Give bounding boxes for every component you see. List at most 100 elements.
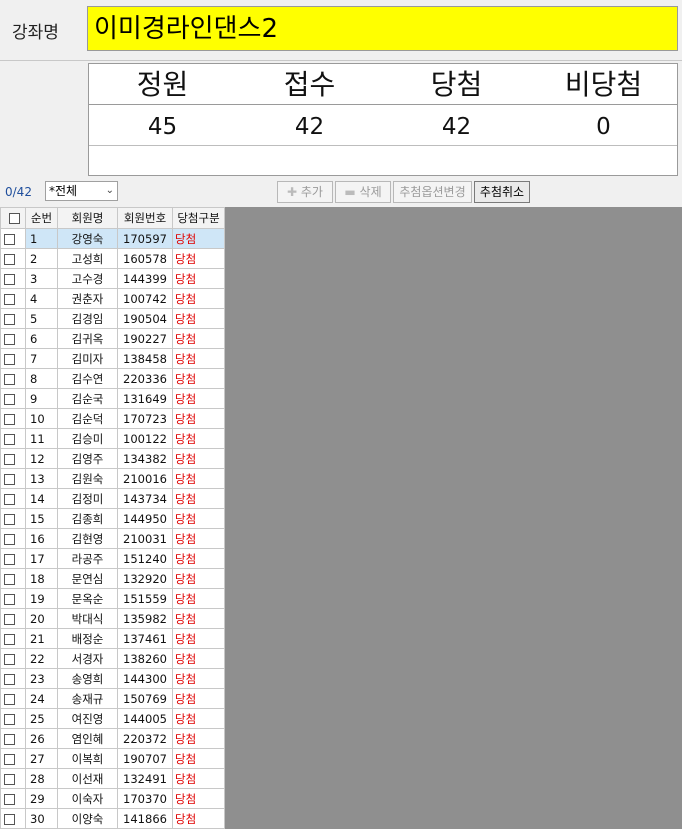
draw-cancel-button[interactable]: 추첨취소 (474, 181, 530, 203)
row-status: 당첨 (172, 648, 225, 669)
row-checkbox[interactable] (0, 528, 26, 549)
row-seq: 1 (25, 228, 58, 249)
row-checkbox[interactable] (0, 448, 26, 469)
row-seq: 18 (25, 568, 58, 589)
table-row[interactable]: 19 문옥순 151559 당첨 (0, 588, 225, 609)
row-checkbox[interactable] (0, 568, 26, 589)
table-row[interactable]: 1 강영숙 170597 당첨 (0, 228, 225, 249)
row-seq: 20 (25, 608, 58, 629)
filter-select[interactable]: *전체 ⌄ (45, 181, 118, 201)
table-row[interactable]: 15 김종희 144950 당첨 (0, 508, 225, 529)
row-checkbox[interactable] (0, 668, 26, 689)
row-member-number: 151559 (117, 588, 173, 609)
plus-icon: ✚ (287, 185, 298, 199)
row-checkbox[interactable] (0, 708, 26, 729)
row-checkbox[interactable] (0, 628, 26, 649)
row-checkbox[interactable] (0, 748, 26, 769)
table-row[interactable]: 4 권춘자 100742 당첨 (0, 288, 225, 309)
table-row[interactable]: 14 김정미 143734 당첨 (0, 488, 225, 509)
table-row[interactable]: 28 이선재 132491 당첨 (0, 768, 225, 789)
add-button-label: 추가 (300, 185, 323, 199)
row-member-name: 문연심 (57, 568, 118, 589)
row-checkbox[interactable] (0, 688, 26, 709)
table-row[interactable]: 9 김순국 131649 당첨 (0, 388, 225, 409)
table-row[interactable]: 27 이복희 190707 당첨 (0, 748, 225, 769)
table-row[interactable]: 3 고수경 144399 당첨 (0, 268, 225, 289)
row-checkbox[interactable] (0, 368, 26, 389)
row-checkbox[interactable] (0, 408, 26, 429)
row-member-name: 권춘자 (57, 288, 118, 309)
row-checkbox[interactable] (0, 328, 26, 349)
row-seq: 24 (25, 688, 58, 709)
stat-value-capacity: 45 (147, 114, 178, 140)
table-row[interactable]: 21 배정순 137461 당첨 (0, 628, 225, 649)
column-header-seq[interactable]: 순번 (25, 207, 58, 229)
row-checkbox[interactable] (0, 388, 26, 409)
add-button[interactable]: ✚ 추가 (277, 181, 333, 203)
row-seq: 27 (25, 748, 58, 769)
row-checkbox[interactable] (0, 308, 26, 329)
table-row[interactable]: 10 김순덕 170723 당첨 (0, 408, 225, 429)
row-checkbox[interactable] (0, 728, 26, 749)
row-checkbox[interactable] (0, 548, 26, 569)
table-row[interactable]: 25 여진영 144005 당첨 (0, 708, 225, 729)
row-checkbox[interactable] (0, 428, 26, 449)
draw-option-change-button[interactable]: 추첨옵션변경 (393, 181, 472, 203)
table-row[interactable]: 23 송영희 144300 당첨 (0, 668, 225, 689)
course-name-field[interactable]: 이미경라인댄스2 (87, 6, 678, 51)
row-checkbox[interactable] (0, 268, 26, 289)
row-status: 당첨 (172, 388, 225, 409)
row-checkbox[interactable] (0, 768, 26, 789)
table-row[interactable]: 7 김미자 138458 당첨 (0, 348, 225, 369)
row-member-name: 문옥순 (57, 588, 118, 609)
row-checkbox[interactable] (0, 348, 26, 369)
row-member-number: 220372 (117, 728, 173, 749)
row-checkbox[interactable] (0, 588, 26, 609)
row-status: 당첨 (172, 568, 225, 589)
table-row[interactable]: 24 송재규 150769 당첨 (0, 688, 225, 709)
table-row[interactable]: 26 염인혜 220372 당첨 (0, 728, 225, 749)
row-status: 당첨 (172, 748, 225, 769)
table-row[interactable]: 8 김수연 220336 당첨 (0, 368, 225, 389)
table-row[interactable]: 2 고성희 160578 당첨 (0, 248, 225, 269)
row-checkbox[interactable] (0, 468, 26, 489)
row-checkbox[interactable] (0, 788, 26, 809)
row-checkbox[interactable] (0, 808, 26, 829)
column-header-name[interactable]: 회원명 (57, 207, 118, 229)
course-label: 강좌명 (12, 23, 59, 43)
table-row[interactable]: 6 김귀옥 190227 당첨 (0, 328, 225, 349)
row-checkbox[interactable] (0, 288, 26, 309)
row-status: 당첨 (172, 688, 225, 709)
table-row[interactable]: 22 서경자 138260 당첨 (0, 648, 225, 669)
row-member-name: 김승미 (57, 428, 118, 449)
table-row[interactable]: 30 이양숙 141866 당첨 (0, 808, 225, 829)
table-row[interactable]: 11 김승미 100122 당첨 (0, 428, 225, 449)
row-seq: 3 (25, 268, 58, 289)
row-status: 당첨 (172, 668, 225, 689)
row-status: 당첨 (172, 808, 225, 829)
select-all-checkbox[interactable] (0, 207, 26, 229)
table-row[interactable]: 29 이숙자 170370 당첨 (0, 788, 225, 809)
row-checkbox[interactable] (0, 248, 26, 269)
row-status: 당첨 (172, 228, 225, 249)
row-member-name: 김종희 (57, 508, 118, 529)
row-member-name: 김경임 (57, 308, 118, 329)
row-checkbox[interactable] (0, 488, 26, 509)
delete-button[interactable]: ▬ 삭제 (335, 181, 391, 203)
row-checkbox[interactable] (0, 648, 26, 669)
row-status: 당첨 (172, 248, 225, 269)
row-checkbox[interactable] (0, 228, 26, 249)
table-row[interactable]: 13 김원숙 210016 당첨 (0, 468, 225, 489)
row-checkbox[interactable] (0, 508, 26, 529)
column-header-status[interactable]: 당첨구분 (172, 207, 225, 229)
table-row[interactable]: 16 김현영 210031 당첨 (0, 528, 225, 549)
table-row[interactable]: 18 문연심 132920 당첨 (0, 568, 225, 589)
row-seq: 25 (25, 708, 58, 729)
column-header-member-no[interactable]: 회원번호 (117, 207, 173, 229)
delete-button-label: 삭제 (359, 185, 382, 199)
table-row[interactable]: 17 라공주 151240 당첨 (0, 548, 225, 569)
table-row[interactable]: 5 김경임 190504 당첨 (0, 308, 225, 329)
table-row[interactable]: 12 김영주 134382 당첨 (0, 448, 225, 469)
table-row[interactable]: 20 박대식 135982 당첨 (0, 608, 225, 629)
row-checkbox[interactable] (0, 608, 26, 629)
